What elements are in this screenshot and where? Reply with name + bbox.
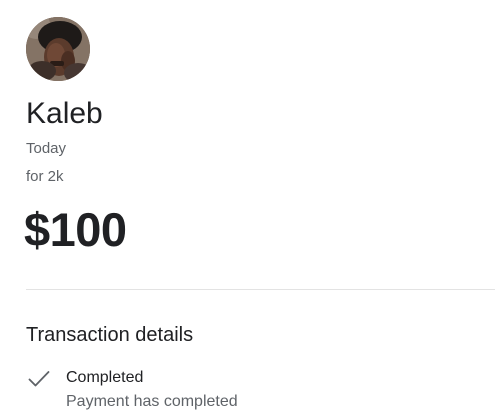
divider [26,289,495,290]
transaction-date: Today [26,140,67,157]
section-title: Transaction details [26,324,194,346]
check-icon [28,371,50,387]
transaction-note: for 2k [26,168,64,185]
status-title: Completed [66,369,144,386]
avatar[interactable] [26,17,90,81]
status-subtitle: Payment has completed [66,393,238,410]
contact-name: Kaleb [26,97,103,130]
status-row: Completed Payment has completed [26,367,486,415]
avatar-photo [26,17,90,81]
transaction-amount: $100 [24,203,127,256]
